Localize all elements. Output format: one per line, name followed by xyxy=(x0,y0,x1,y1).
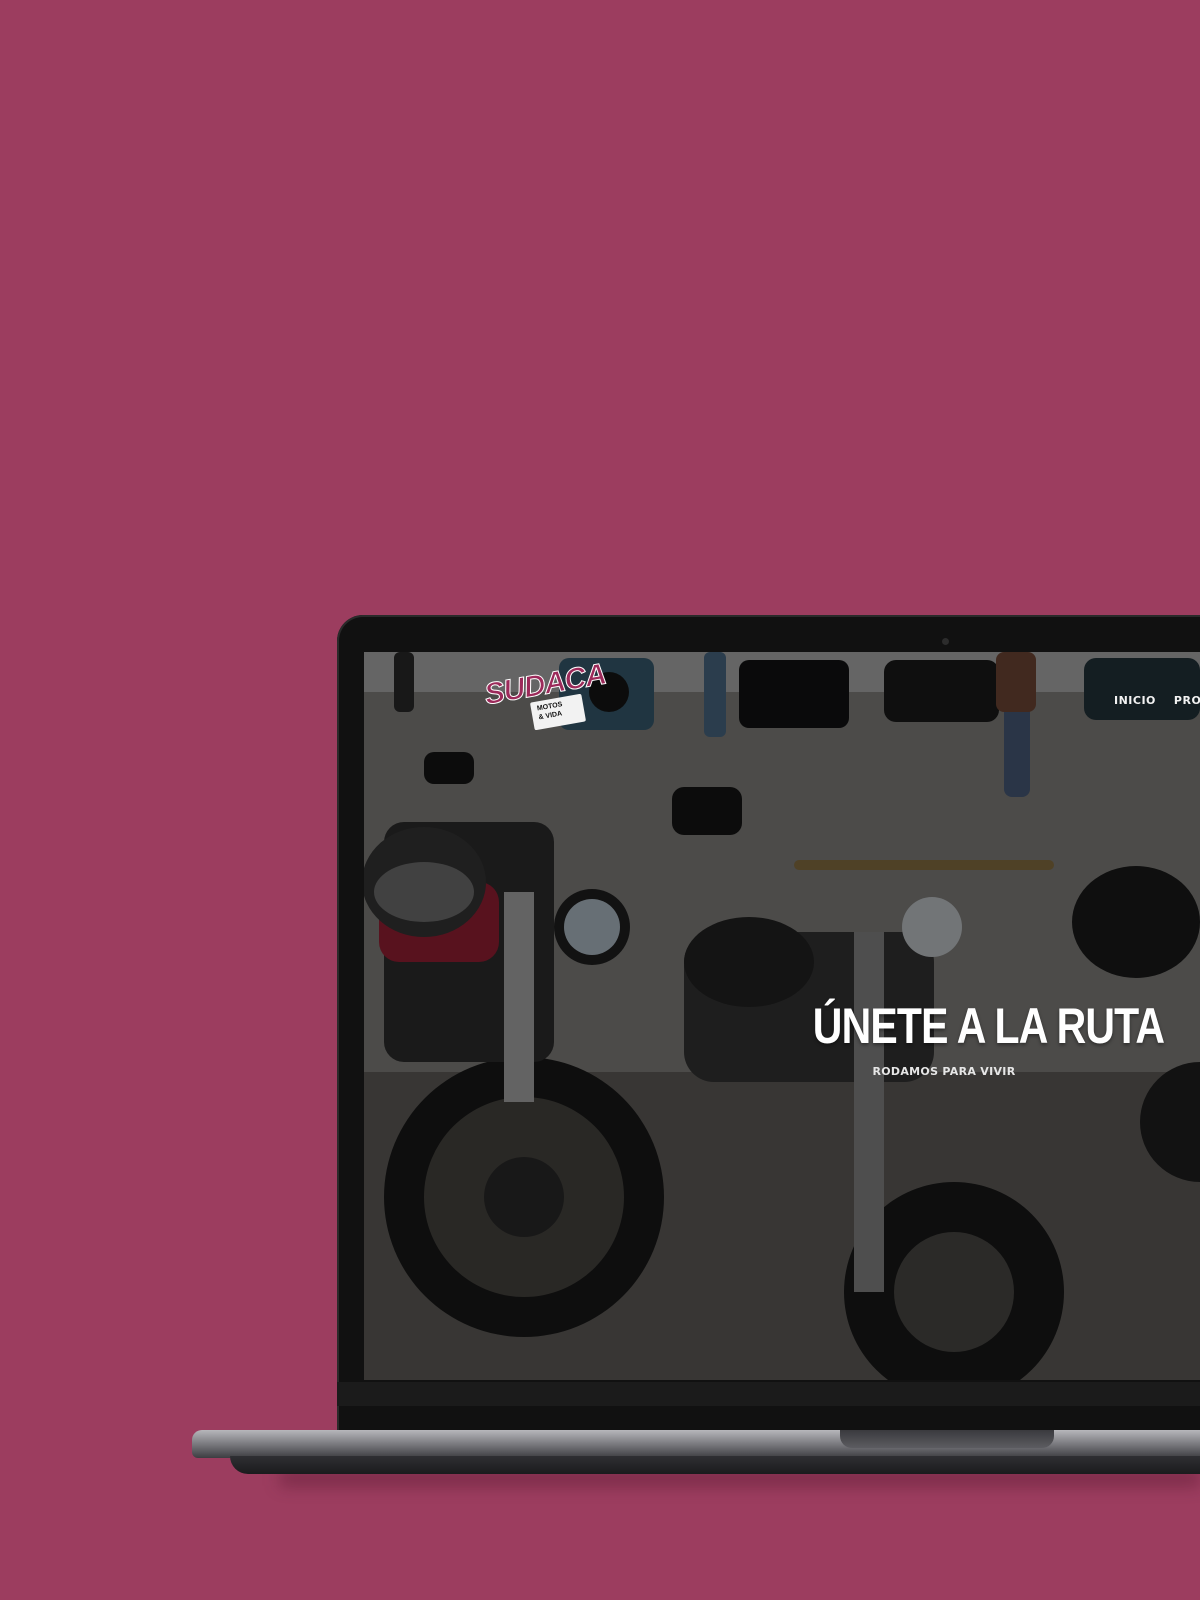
laptop-screen: SUDACA MOTOS & VIDA INICIO PRODU ÚNETE A… xyxy=(364,652,1200,1380)
main-nav: INICIO PRODU xyxy=(1114,694,1200,707)
nav-item-productos[interactable]: PRODU xyxy=(1174,694,1200,707)
hero-subtitle: RODAMOS PARA VIVIR xyxy=(872,1065,1016,1078)
site-header: SUDACA MOTOS & VIDA INICIO PRODU xyxy=(364,652,1200,742)
hero-title: ÚNETE A LA RUTA xyxy=(812,998,1165,1054)
site-logo[interactable]: SUDACA MOTOS & VIDA xyxy=(481,657,609,734)
camera-icon xyxy=(942,638,949,645)
laptop-base-bottom xyxy=(230,1456,1200,1474)
laptop-opening-notch xyxy=(840,1430,1054,1448)
nav-item-inicio[interactable]: INICIO xyxy=(1114,694,1156,707)
laptop-bezel-bottom xyxy=(337,1382,1200,1406)
laptop-mockup: SUDACA MOTOS & VIDA INICIO PRODU ÚNETE A… xyxy=(0,0,1200,1600)
